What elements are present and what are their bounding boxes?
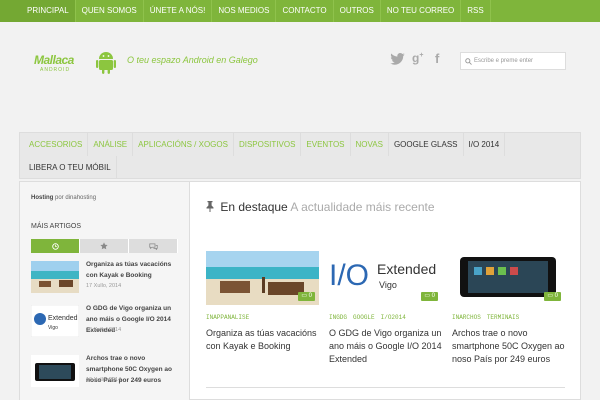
tag-link[interactable]: I/O2014 bbox=[381, 314, 406, 321]
cat-accesorios[interactable]: ACCESORIOS bbox=[20, 133, 89, 156]
top-navigation: PRINCIPAL QUEN SOMOS ÚNETE A NÓS! NOS ME… bbox=[0, 0, 600, 22]
svg-text:Extended: Extended bbox=[48, 315, 78, 322]
site-logo[interactable]: Mallaca ANDROID bbox=[34, 50, 118, 74]
sidebar-article-date: 17 Xullo, 2014 bbox=[86, 283, 122, 289]
category-navigation: ACCESORIOS ANÁLISE APLICACIÓNS / XOGOS D… bbox=[19, 132, 581, 179]
cat-analise[interactable]: ANÁLISE bbox=[88, 133, 134, 156]
featured-title: En destaque bbox=[220, 200, 288, 214]
topnav-rss[interactable]: RSS bbox=[461, 0, 491, 22]
tag-link[interactable]: INAPPANALISE bbox=[206, 314, 249, 321]
comment-icon: ▭ bbox=[547, 293, 553, 299]
beach-thumbnail bbox=[31, 261, 79, 293]
google-plus-icon[interactable]: g+ bbox=[412, 51, 423, 65]
topnav-contacto[interactable]: CONTACTO bbox=[276, 0, 334, 22]
android-icon bbox=[96, 52, 116, 74]
divider bbox=[206, 387, 565, 388]
cat-google-glass[interactable]: GOOGLE GLASS bbox=[389, 133, 464, 156]
comment-icon: ▭ bbox=[424, 293, 430, 299]
card-image[interactable]: ▭ 0 bbox=[206, 251, 319, 305]
phone-thumbnail bbox=[31, 355, 79, 387]
sidebar-article[interactable]: Organiza as túas vacacións con Kayak e B… bbox=[31, 259, 181, 295]
clock-icon bbox=[51, 242, 59, 250]
cat-novas[interactable]: NOVAS bbox=[351, 133, 389, 156]
main-content: Hosting por dinahosting MÁIS ARTIGOS Org… bbox=[19, 181, 581, 400]
card-image-text: Extended bbox=[377, 261, 437, 277]
sidebar: Hosting por dinahosting MÁIS ARTIGOS Org… bbox=[20, 182, 190, 400]
sidebar-article[interactable]: Archos trae o novo smartphone 50C Oxygen… bbox=[31, 353, 181, 389]
tag-link[interactable]: TERMINAIS bbox=[487, 314, 519, 321]
logo-text: Mallaca bbox=[34, 53, 74, 67]
tag-link[interactable]: INGDG bbox=[329, 314, 347, 321]
site-header: Mallaca ANDROID O teu espazo Android en … bbox=[0, 22, 600, 132]
tab-recent[interactable] bbox=[31, 239, 80, 253]
logo-subtext: ANDROID bbox=[40, 67, 71, 73]
facebook-icon[interactable]: f bbox=[435, 51, 439, 66]
sponsor-link[interactable]: Hosting por dinahosting bbox=[31, 195, 96, 201]
featured-heading: En destaque A actualidade máis recente bbox=[206, 200, 435, 214]
cat-aplicacions[interactable]: APLICACIÓNS / XOGOS bbox=[133, 133, 234, 156]
cat-eventos[interactable]: EVENTOS bbox=[301, 133, 351, 156]
sidebar-article-date: 16 Xullo, 2014 bbox=[86, 377, 122, 383]
comments-icon bbox=[148, 243, 158, 250]
topnav-principal[interactable]: PRINCIPAL bbox=[0, 0, 76, 22]
star-icon bbox=[100, 242, 108, 250]
topnav-nos-medios[interactable]: NOS MEDIOS bbox=[212, 0, 277, 22]
pin-icon bbox=[206, 201, 214, 212]
sidebar-article[interactable]: Extended Vigo O GDG de Vigo organiza un … bbox=[31, 303, 181, 339]
featured-card[interactable]: ▭ 0 INARCHOS TERMINAIS Archos trae o novo… bbox=[452, 251, 565, 366]
cat-dispositivos[interactable]: DISPOSITIVOS bbox=[234, 133, 302, 156]
sidebar-tabs bbox=[31, 239, 178, 253]
cat-libera[interactable]: LIBERA O TEU MÓBIL bbox=[20, 156, 117, 179]
topnav-quen-somos[interactable]: QUEN SOMOS bbox=[76, 0, 144, 22]
cat-io-2014[interactable]: I/O 2014 bbox=[464, 133, 506, 156]
svg-text:Vigo: Vigo bbox=[48, 325, 58, 331]
comment-count-badge[interactable]: ▭ 0 bbox=[298, 292, 315, 301]
tab-popular[interactable] bbox=[80, 239, 129, 253]
tag-link[interactable]: INARCHOS bbox=[452, 314, 481, 321]
topnav-unete[interactable]: ÚNETE A NÓS! bbox=[144, 0, 213, 22]
card-image[interactable]: I/O Extended Vigo ▭ 0 bbox=[329, 251, 442, 305]
card-title[interactable]: Archos trae o novo smartphone 50C Oxygen… bbox=[452, 327, 565, 366]
twitter-icon[interactable] bbox=[390, 53, 405, 65]
comment-count-badge[interactable]: ▭ 0 bbox=[421, 292, 438, 301]
sidebar-heading: MÁIS ARTIGOS bbox=[31, 223, 82, 230]
search-placeholder: Escribe e preme enter bbox=[474, 58, 534, 64]
search-icon bbox=[465, 58, 472, 65]
tag-link[interactable]: GOOGLE bbox=[353, 314, 375, 321]
topnav-outros[interactable]: OUTROS bbox=[334, 0, 381, 22]
card-tags: INAPPANALISE bbox=[206, 314, 319, 324]
card-title[interactable]: O GDG de Vigo organiza un ano máis o Goo… bbox=[329, 327, 442, 366]
site-tagline: O teu espazo Android en Galego bbox=[127, 55, 258, 65]
gdg-thumbnail: Extended Vigo bbox=[31, 305, 79, 337]
card-image-subtext: Vigo bbox=[379, 280, 397, 290]
topnav-correo[interactable]: NO TEU CORREO bbox=[381, 0, 462, 22]
sidebar-article-date: 16 Xullo, 2014 bbox=[86, 327, 122, 333]
card-image[interactable]: ▭ 0 bbox=[452, 251, 565, 305]
search-input[interactable]: Escribe e preme enter bbox=[460, 52, 566, 70]
svg-text:I/O: I/O bbox=[329, 259, 369, 292]
featured-card[interactable]: ▭ 0 INAPPANALISE Organiza as túas vacaci… bbox=[206, 251, 319, 353]
card-tags: INGDG GOOGLE I/O2014 bbox=[329, 314, 442, 324]
sidebar-article-title: Organiza as túas vacacións con Kayak e B… bbox=[86, 261, 172, 279]
card-tags: INARCHOS TERMINAIS bbox=[452, 314, 565, 324]
card-title[interactable]: Organiza as túas vacacións con Kayak e B… bbox=[206, 327, 319, 353]
featured-card[interactable]: I/O Extended Vigo ▭ 0 INGDG GOOGLE I/O2014… bbox=[329, 251, 442, 366]
tab-comments[interactable] bbox=[129, 239, 178, 253]
featured-subtitle: A actualidade máis recente bbox=[290, 200, 435, 214]
comment-icon: ▭ bbox=[301, 293, 307, 299]
comment-count-badge[interactable]: ▭ 0 bbox=[544, 292, 561, 301]
